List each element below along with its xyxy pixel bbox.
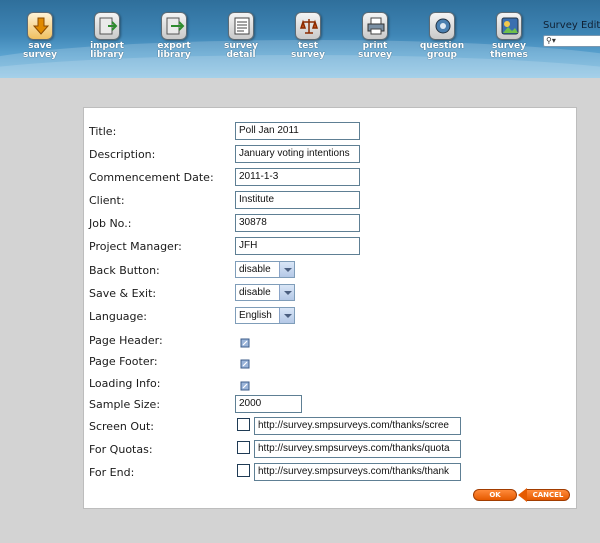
save-exit-label: Save & Exit: (89, 287, 157, 300)
survey-themes-icon (496, 12, 522, 40)
commencement-date-label: Commencement Date: (89, 171, 214, 184)
page-header-label: Page Header: (89, 334, 163, 347)
language-select-value: English (239, 310, 272, 321)
edit-icon[interactable] (240, 354, 250, 369)
back-button-label: Back Button: (89, 264, 160, 277)
page-footer-label: Page Footer: (89, 355, 158, 368)
test-survey-label: test survey (290, 41, 326, 60)
import-library-icon (94, 12, 120, 40)
print-survey-label: print survey (357, 41, 393, 60)
project-manager-input[interactable]: JFH (235, 237, 360, 255)
client-label: Client: (89, 194, 125, 207)
description-label: Description: (89, 148, 156, 161)
for-end-label: For End: (89, 466, 135, 479)
title-input[interactable]: Poll Jan 2011 (235, 122, 360, 140)
for-quotas-checkbox[interactable] (237, 441, 250, 454)
project-manager-label: Project Manager: (89, 240, 182, 253)
screen-out-checkbox[interactable] (237, 418, 250, 431)
export-library-button[interactable]: export library (144, 12, 204, 64)
sample-size-input[interactable]: 2000 (235, 395, 302, 413)
loading-info-label: Loading Info: (89, 377, 161, 390)
survey-themes-label: survey themes (490, 41, 528, 60)
edit-icon[interactable] (240, 376, 250, 391)
question-group-label: question group (419, 41, 465, 60)
chevron-down-icon (279, 308, 294, 323)
description-input[interactable]: January voting intentions (235, 145, 360, 163)
chevron-down-icon (279, 262, 294, 277)
survey-detail-icon (228, 12, 254, 40)
question-group-button[interactable]: question group (412, 12, 472, 64)
print-survey-icon (362, 12, 388, 40)
cancel-arrow-icon (518, 488, 527, 502)
sample-size-label: Sample Size: (89, 398, 161, 411)
back-button-select-value: disable (239, 264, 271, 275)
ok-button[interactable]: OK (473, 489, 517, 501)
test-survey-icon (295, 12, 321, 40)
for-quotas-label: For Quotas: (89, 443, 153, 456)
screen-out-url-input[interactable]: http://survey.smpsurveys.com/thanks/scre… (254, 417, 461, 435)
edit-icon[interactable] (240, 333, 250, 348)
cancel-button[interactable]: CANCEL (526, 489, 570, 501)
toolbar: save survey import library export library s… (0, 0, 600, 78)
import-library-label: import library (90, 41, 124, 60)
import-library-button[interactable]: import library (77, 12, 137, 64)
commencement-date-input[interactable]: 2011-1-3 (235, 168, 360, 186)
chevron-down-icon (279, 285, 294, 300)
survey-editor-box: Survey Editor ⚲▾ (543, 20, 600, 50)
for-end-checkbox[interactable] (237, 464, 250, 477)
survey-detail-button[interactable]: survey detail (211, 12, 271, 64)
save-survey-button[interactable]: save survey (10, 12, 70, 64)
for-end-url-input[interactable]: http://survey.smpsurveys.com/thanks/than… (254, 463, 461, 481)
test-survey-button[interactable]: test survey (278, 12, 338, 64)
save-survey-icon (27, 12, 53, 40)
job-no-input[interactable]: 30878 (235, 214, 360, 232)
search-icon: ⚲▾ (546, 36, 556, 45)
question-group-icon (429, 12, 455, 40)
save-survey-label: save survey (22, 41, 58, 60)
save-exit-select[interactable]: disable (235, 284, 295, 301)
client-input[interactable]: Institute (235, 191, 360, 209)
survey-editor-title: Survey Editor (543, 20, 600, 31)
back-button-select[interactable]: disable (235, 261, 295, 278)
print-survey-button[interactable]: print survey (345, 12, 405, 64)
save-exit-select-value: disable (239, 287, 271, 298)
job-no-label: Job No.: (89, 217, 132, 230)
survey-detail-label: survey detail (223, 41, 259, 60)
survey-detail-panel: Title: Poll Jan 2011 Description: Januar… (83, 107, 577, 509)
language-label: Language: (89, 310, 147, 323)
export-library-icon (161, 12, 187, 40)
survey-themes-button[interactable]: survey themes (479, 12, 539, 64)
survey-editor-search-input[interactable]: ⚲▾ (543, 35, 600, 47)
title-label: Title: (89, 125, 117, 138)
cancel-button-label: CANCEL (532, 491, 564, 499)
language-select[interactable]: English (235, 307, 295, 324)
export-library-label: export library (157, 41, 191, 60)
for-quotas-url-input[interactable]: http://survey.smpsurveys.com/thanks/quot… (254, 440, 461, 458)
screen-out-label: Screen Out: (89, 420, 154, 433)
